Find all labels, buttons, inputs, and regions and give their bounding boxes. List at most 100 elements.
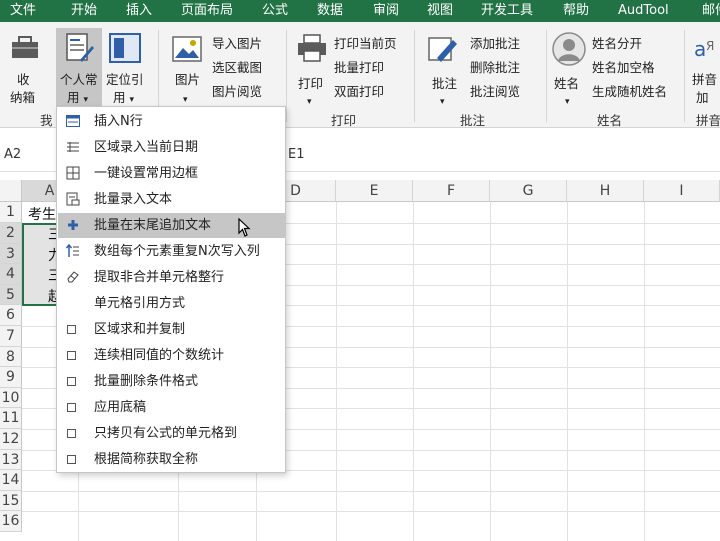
random-name-label: 生成随机姓名 — [592, 84, 668, 99]
menu-item-copy-formula-cells[interactable]: 只拷贝有公式的单元格到 — [58, 421, 285, 446]
menu-item-count-consecutive[interactable]: 连续相同值的个数统计 — [58, 343, 285, 368]
picture-icon — [172, 36, 202, 62]
row-header[interactable]: 4 — [0, 264, 22, 285]
tab-page-layout[interactable]: 页面布局 — [181, 2, 233, 20]
menu-item-get-full-name[interactable]: 根据简称获取全称 — [58, 447, 285, 472]
tab-view[interactable]: 视图 — [427, 2, 453, 20]
menu-item-region-sum-copy[interactable]: 区域求和并复制 — [58, 317, 285, 342]
picture-preview-item[interactable]: 图片阅览 — [212, 84, 282, 102]
name-button[interactable]: 姓名 ▾ — [550, 28, 590, 108]
pinyin-button[interactable]: a Я 拼音 加 — [692, 28, 720, 108]
batch-print-item[interactable]: 批量打印 — [334, 60, 406, 78]
locate-reference-button[interactable]: 定位引 用 ▾ — [104, 28, 150, 108]
column-header[interactable]: I — [644, 180, 720, 202]
toolbox-label-2: 纳箱 — [10, 90, 36, 105]
toolbox-label-1: 收 — [17, 72, 30, 87]
tab-mail[interactable]: 邮件 — [702, 2, 720, 20]
tab-home[interactable]: 开始 — [71, 2, 97, 20]
print-button[interactable]: 打印 ▾ — [292, 28, 332, 108]
split-name-item[interactable]: 姓名分开 — [592, 36, 676, 54]
formula-input[interactable]: E1 — [288, 147, 305, 162]
menu-item-label: 单元格引用方式 — [94, 296, 186, 311]
tab-help[interactable]: 帮助 — [563, 2, 589, 20]
menu-item-label: 批量录入文本 — [94, 192, 173, 207]
picture-button[interactable]: 图片 ▾ — [166, 28, 208, 108]
menu-item-cell-reference-mode[interactable]: 单元格引用方式 — [58, 291, 285, 316]
pinyin-icon: a Я — [694, 37, 714, 61]
row-header[interactable]: 8 — [0, 346, 22, 368]
row-header[interactable]: 6 — [0, 305, 22, 326]
column-header[interactable]: E — [336, 180, 413, 202]
checkbox-icon — [67, 351, 76, 360]
name-add-space-label: 姓名加空格 — [592, 60, 655, 75]
row-header[interactable]: 10 — [0, 387, 22, 409]
delete-comment-item[interactable]: 删除批注 — [470, 60, 540, 78]
tab-review[interactable]: 审阅 — [373, 2, 399, 20]
name-add-space-item[interactable]: 姓名加空格 — [592, 60, 676, 78]
region-screenshot-item[interactable]: 选区截图 — [212, 60, 282, 78]
row-header[interactable]: 15 — [0, 490, 22, 512]
personal-common-menu: 插入N行 区域录入当前日期 一键设置常用边框 批量录入文本 批量在末尾追加文本 … — [56, 106, 286, 473]
column-header[interactable]: H — [567, 180, 644, 202]
checkbox-icon — [67, 325, 76, 334]
menu-item-fill-current-date[interactable]: 区域录入当前日期 — [58, 135, 285, 160]
column-header[interactable]: G — [490, 180, 567, 202]
pinyin-label-2: 加 — [696, 90, 709, 105]
print-current-page-item[interactable]: 打印当前页 — [334, 36, 406, 54]
tab-audtool[interactable]: AudTool — [618, 2, 669, 20]
menu-item-label: 根据简称获取全称 — [94, 452, 199, 467]
row-header[interactable]: 1 — [0, 202, 22, 223]
doc-edit-icon — [66, 192, 80, 206]
tab-developer[interactable]: 开发工具 — [481, 2, 533, 20]
comment-preview-label: 批注阅览 — [470, 84, 521, 99]
menu-item-insert-n-rows[interactable]: 插入N行 — [58, 109, 285, 134]
mouse-cursor-icon — [238, 218, 251, 237]
row-header[interactable]: 16 — [0, 511, 22, 532]
tab-file[interactable]: 文件 — [10, 2, 36, 20]
cell-a1[interactable]: 考生 — [28, 204, 56, 224]
random-name-item[interactable]: 生成随机姓名 — [592, 84, 676, 102]
menu-item-append-text-end[interactable]: 批量在末尾追加文本 — [58, 213, 285, 238]
menu-item-batch-input-text[interactable]: 批量录入文本 — [58, 187, 285, 212]
comment-preview-item[interactable]: 批注阅览 — [470, 84, 540, 102]
menu-item-apply-draft[interactable]: 应用底稿 — [58, 395, 285, 420]
toolbox-button[interactable]: 收 纳箱 — [4, 28, 44, 108]
row-header[interactable]: 2 — [0, 223, 22, 244]
region-screenshot-label: 选区截图 — [212, 60, 263, 75]
row-header[interactable]: 11 — [0, 408, 22, 429]
menu-item-extract-unmerged-rows[interactable]: 提取非合并单元格整行 — [58, 265, 285, 290]
comment-button[interactable]: 批注 ▾ — [422, 28, 464, 108]
name-box[interactable]: A2 — [4, 147, 21, 162]
import-picture-item[interactable]: 导入图片 — [212, 36, 282, 54]
row-header[interactable]: 5 — [0, 284, 22, 306]
menu-item-label: 区域求和并复制 — [94, 322, 186, 337]
row-header[interactable]: 3 — [0, 243, 22, 265]
ribbon-separator — [286, 30, 287, 122]
eraser-icon — [67, 271, 79, 283]
comment-label: 批注 — [432, 76, 458, 91]
row-header[interactable]: 13 — [0, 449, 22, 471]
tab-formulas[interactable]: 公式 — [262, 2, 288, 20]
duplex-print-item[interactable]: 双面打印 — [334, 84, 406, 102]
grid-line — [22, 490, 720, 492]
tab-data[interactable]: 数据 — [317, 2, 343, 20]
menu-item-repeat-array[interactable]: 数组每个元素重复N次写入列 — [58, 239, 285, 264]
menu-item-set-borders[interactable]: 一键设置常用边框 — [58, 161, 285, 186]
batch-print-label: 批量打印 — [334, 60, 385, 75]
column-header[interactable]: F — [413, 180, 490, 202]
checkbox-icon — [67, 429, 76, 438]
row-header[interactable]: 14 — [0, 470, 22, 491]
row-header[interactable]: 7 — [0, 326, 22, 347]
insert-rows-icon — [66, 115, 80, 127]
personal-common-button[interactable]: 个人常 用 ▾ — [56, 28, 102, 108]
tab-insert[interactable]: 插入 — [126, 2, 152, 20]
select-all-corner[interactable] — [0, 180, 22, 202]
menu-item-delete-conditional-format[interactable]: 批量删除条件格式 — [58, 369, 285, 394]
add-comment-item[interactable]: 添加批注 — [470, 36, 540, 54]
ribbon-separator — [546, 30, 547, 122]
row-header[interactable]: 12 — [0, 429, 22, 450]
row-header[interactable]: 9 — [0, 367, 22, 388]
group-label-comment: 批注 — [460, 113, 486, 128]
locate-panel-icon — [109, 33, 141, 63]
picture-label: 图片 — [175, 72, 201, 87]
